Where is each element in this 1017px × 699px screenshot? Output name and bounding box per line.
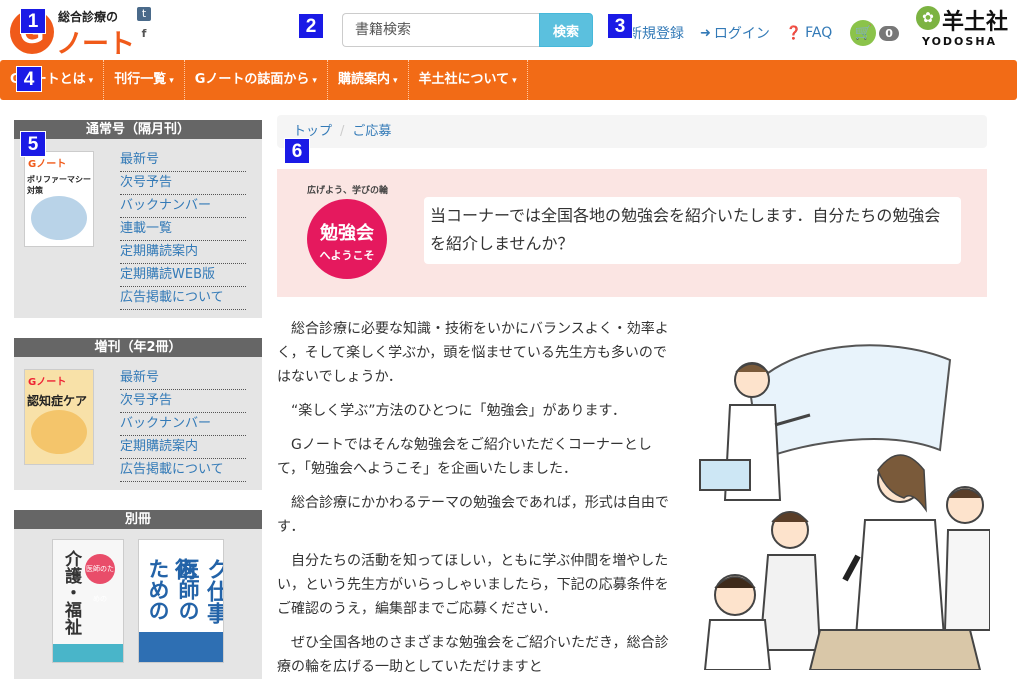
header-links: 新規登録 ➜ ログイン ❓ FAQ 🛒 0 <box>628 20 899 46</box>
body-text: 総合診療に必要な知識・技術をいかにバランスよく・効率よく，そして楽しく学ぶか，頭… <box>277 317 669 689</box>
breadcrumb-home[interactable]: トップ <box>293 124 332 139</box>
login-label: ログイン <box>713 26 770 42</box>
caret-down-icon: ▾ <box>392 76 398 86</box>
paragraph: “楽しく学ぶ”方法のひとつに「勉強会」があります． <box>291 403 626 419</box>
special-cover-image[interactable]: Gノート 認知症ケア <box>24 369 94 465</box>
search-button[interactable]: 検索 <box>539 13 593 47</box>
special-links: 最新号 次号予告 バックナンバー 定期購読案内 広告掲載について <box>120 367 262 482</box>
paragraph: 総合診療に必要な知識・技術をいかにバランスよく・効率よく，そして楽しく学ぶか，頭… <box>277 321 669 385</box>
study-group-badge: 勉強会 へようこそ <box>307 199 387 279</box>
book-title: 介護・福祉 <box>61 550 81 635</box>
link-latest[interactable]: 最新号 <box>120 149 246 172</box>
link-back-numbers[interactable]: バックナンバー <box>120 413 246 436</box>
logo-title: ノート <box>56 29 135 60</box>
paragraph: 総合診療にかかわるテーマの勉強会であれば，形式は自由です． <box>277 495 669 535</box>
link-subscription[interactable]: 定期購読案内 <box>120 241 246 264</box>
signup-label: 新規登録 <box>628 26 684 42</box>
cover-brand: Gノート <box>25 370 93 390</box>
login-icon: ➜ <box>700 25 711 41</box>
cart-icon: 🛒 <box>850 20 877 46</box>
book-band <box>53 644 123 662</box>
badge-line2: へようこそ <box>319 249 375 262</box>
special-issue-title: 増刊（年2冊） <box>14 338 262 357</box>
cover-title: ポリファーマシー対策 <box>25 172 93 195</box>
link-advertising[interactable]: 広告掲載について <box>120 459 246 482</box>
paragraph: 自分たちの活動を知ってほしい，ともに学ぶ仲間を増やしたい，という先生方がいらっし… <box>277 553 669 617</box>
book-search: 検索 <box>342 13 593 47</box>
link-series-list[interactable]: 連載一覧 <box>120 218 246 241</box>
breadcrumb-separator: / <box>340 124 345 139</box>
book-band <box>139 632 223 662</box>
cover-title: 認知症ケア <box>25 390 93 412</box>
link-subscription[interactable]: 定期購読案内 <box>120 436 246 459</box>
regular-links: 最新号 次号予告 バックナンバー 連載一覧 定期購読案内 定期購読WEB版 広告… <box>120 149 262 310</box>
yodosha-logo[interactable]: ✿ 羊土社 YODOSHA <box>916 4 1012 52</box>
marker-6: 6 <box>284 138 310 164</box>
cart-count-badge: 0 <box>879 25 899 41</box>
faq-label: FAQ <box>805 25 833 41</box>
login-link[interactable]: ➜ ログイン <box>700 23 770 43</box>
sidebar: 通常号（隔月刊） Gノート ポリファーマシー対策 最新号 次号予告 バックナンバ… <box>14 120 262 699</box>
link-subscription-web[interactable]: 定期購読WEB版 <box>120 264 246 287</box>
brand-name: 羊土社 <box>942 10 1009 35</box>
breadcrumb-current: ご応募 <box>352 124 392 139</box>
main-nav: Gノートとは ▾ 刊行一覧 ▾ Gノートの誌面から ▾ 購読案内 ▾ 羊土社について ▾ <box>0 60 1017 100</box>
paragraph: ぜひ全国各地のさまざまな勉強会をご紹介いただき，総合診療の輪を広げる一助としてい… <box>277 635 669 675</box>
marker-3: 3 <box>607 13 633 39</box>
search-input[interactable] <box>342 13 539 47</box>
banner-arc-text: 広げよう、学びの輪 <box>307 186 389 196</box>
facebook-icon[interactable]: f <box>137 27 151 41</box>
question-icon: ❓ <box>785 25 803 41</box>
nav-item-subscription[interactable]: 購読案内 ▾ <box>328 60 409 100</box>
nav-item-publications[interactable]: 刊行一覧 ▾ <box>104 60 185 100</box>
caret-down-icon: ▾ <box>169 76 174 86</box>
main-content: トップ / ご応募 広げよう、学びの輪 勉強会 へようこそ 当コーナーでは全国各地の… <box>277 115 990 675</box>
caret-down-icon: ▾ <box>88 76 94 86</box>
twitter-icon[interactable]: t <box>137 7 151 21</box>
regular-issue-box: 通常号（隔月刊） Gノート ポリファーマシー対策 最新号 次号予告 バックナンバ… <box>14 120 262 318</box>
welcome-banner: 広げよう、学びの輪 勉強会 へようこそ 当コーナーでは全国各地の勉強会を紹介いた… <box>277 169 987 297</box>
caret-down-icon: ▾ <box>312 76 317 86</box>
marker-2: 2 <box>298 13 324 39</box>
paragraph: Gノートではそんな勉強会をご紹介いただくコーナーとして，「勉強会へようこそ」を企… <box>277 437 652 477</box>
cover-illustration <box>31 410 87 454</box>
link-advertising[interactable]: 広告掲載について <box>120 287 246 310</box>
study-group-illustration <box>699 344 990 670</box>
signup-link[interactable]: 新規登録 <box>628 23 684 43</box>
nav-label: 羊土社について <box>418 72 510 87</box>
welcome-message: 当コーナーでは全国各地の勉強会を紹介いたします．自分たちの勉強会を紹介しませんか… <box>424 197 961 264</box>
brand-name-en: YODOSHA <box>922 35 998 48</box>
extra-issue-box: 別冊 介護・福祉 医師のための 医師のための ノンテク仕事術 <box>14 510 262 679</box>
book-cover-care-welfare[interactable]: 介護・福祉 医師のための <box>52 539 124 663</box>
book-subtitle: ノンテク仕事術 <box>171 558 224 624</box>
faq-link[interactable]: ❓ FAQ <box>786 25 832 41</box>
link-latest[interactable]: 最新号 <box>120 367 246 390</box>
regular-issue-title: 通常号（隔月刊） <box>14 120 262 139</box>
marker-5: 5 <box>20 131 46 157</box>
nav-label: Gノートの誌面から <box>194 72 310 87</box>
nav-label: 購読案内 <box>337 72 390 87</box>
yodosha-leaf-icon: ✿ <box>916 6 940 30</box>
special-issue-box: 増刊（年2冊） Gノート 認知症ケア 最新号 次号予告 バックナンバー 定期購読… <box>14 338 262 490</box>
cart-button[interactable]: 🛒 0 <box>850 20 899 46</box>
book-badge: 医師のための <box>85 554 115 603</box>
nav-label: 刊行一覧 <box>114 72 167 87</box>
link-back-numbers[interactable]: バックナンバー <box>120 195 246 218</box>
site-header: G 総合診療の ノート t f 検索 新規登録 ➜ログイン ❓FAQ 🛒 0 ✿… <box>0 0 1017 60</box>
breadcrumb: トップ / ご応募 <box>277 115 987 148</box>
social-links: t f <box>137 7 153 47</box>
extra-issue-title: 別冊 <box>14 510 262 529</box>
nav-item-from-pages[interactable]: Gノートの誌面から ▾ <box>185 60 328 100</box>
link-next-preview[interactable]: 次号予告 <box>120 172 246 195</box>
nav-item-yodosha[interactable]: 羊土社について ▾ <box>409 60 528 100</box>
badge-line1: 勉強会 <box>320 223 374 244</box>
book-cover-nontech[interactable]: 医師のための ノンテク仕事術 <box>138 539 224 663</box>
marker-1: 1 <box>20 8 46 34</box>
link-next-preview[interactable]: 次号予告 <box>120 390 246 413</box>
caret-down-icon: ▾ <box>512 76 517 86</box>
regular-cover-image[interactable]: Gノート ポリファーマシー対策 <box>24 151 94 247</box>
cover-illustration <box>31 196 87 240</box>
marker-4: 4 <box>16 66 42 92</box>
